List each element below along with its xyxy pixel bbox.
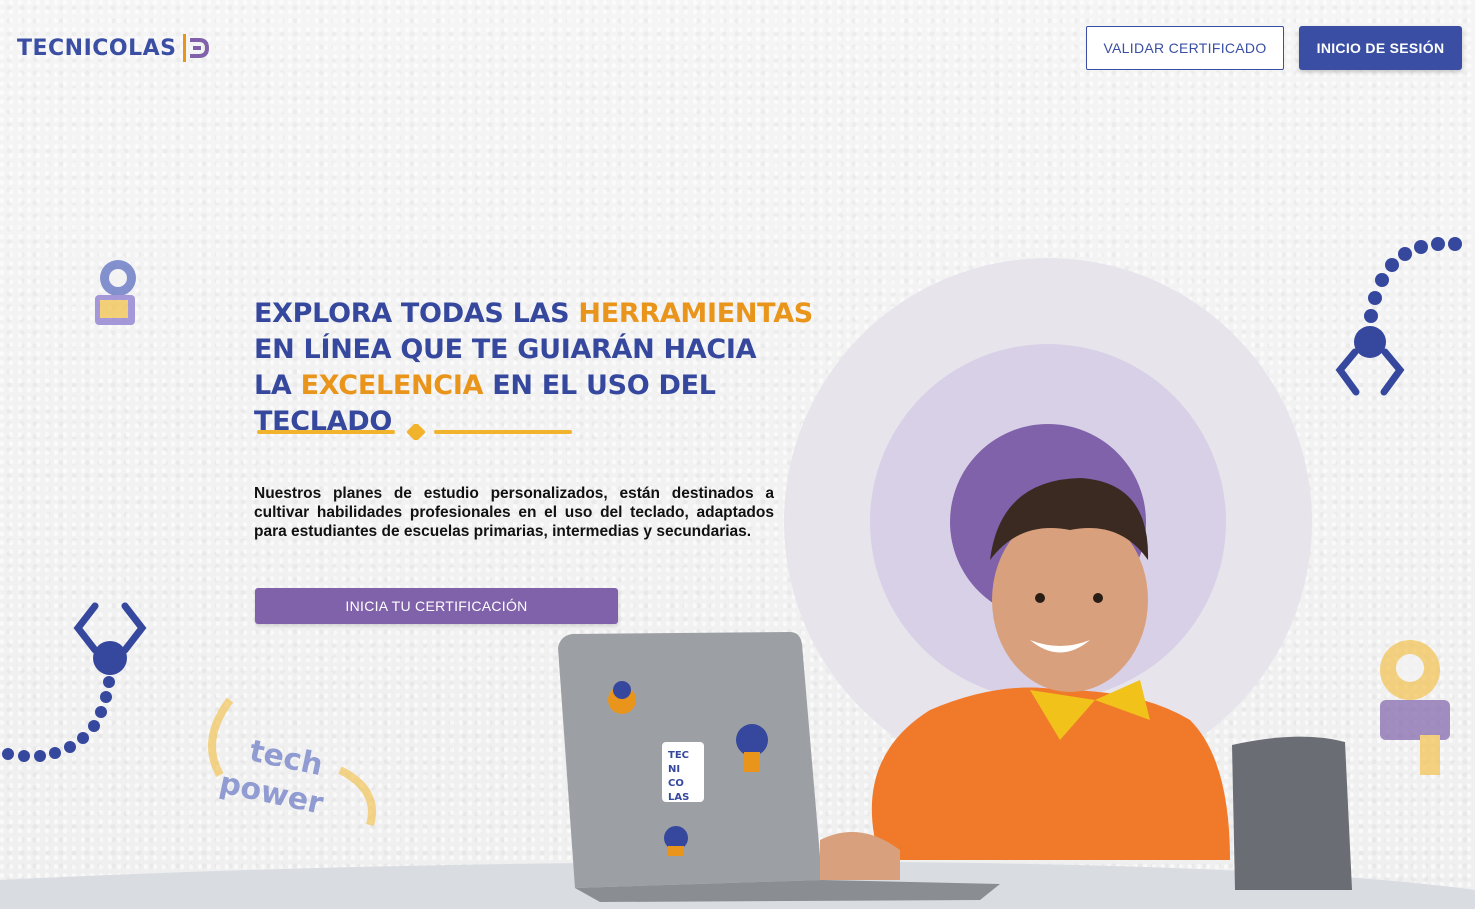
logo[interactable]: TECNICOLAS — [17, 30, 211, 66]
headline-line1-b: HERRAMIENTAS — [578, 298, 813, 329]
headline-line3-b: EXCELENCIA — [300, 370, 484, 401]
logo-mark-icon — [182, 34, 209, 62]
blurred-robot-right — [1380, 640, 1450, 775]
login-button[interactable]: INICIO DE SESIÓN — [1299, 26, 1462, 70]
hero-headline: EXPLORA TODAS LAS HERRAMIENTAS EN LÍNEA … — [254, 296, 814, 440]
robot-arm-left — [2, 602, 147, 762]
svg-text:NI: NI — [668, 764, 680, 775]
svg-text:LAS: LAS — [668, 792, 689, 803]
logo-text: TECNICOLAS — [17, 35, 177, 61]
validate-certificate-button[interactable]: VALIDAR CERTIFICADO — [1086, 26, 1284, 70]
headline-line3-a: LA — [254, 370, 301, 401]
headline-line2: EN LÍNEA QUE TE GUIARÁN HACIA — [254, 334, 757, 365]
svg-text:TEC: TEC — [668, 750, 689, 761]
tech-power-sticker: tech power — [208, 697, 376, 827]
svg-text:CO: CO — [668, 778, 684, 789]
headline-line1-a: EXPLORA TODAS LAS — [254, 298, 579, 329]
headline-divider — [257, 424, 572, 440]
blurred-robot-left — [95, 260, 136, 325]
hero-illustration: TEC NI CO LAS tech power — [0, 237, 1475, 909]
chair — [1232, 736, 1352, 890]
hero-description: Nuestros planes de estudio personalizado… — [254, 485, 774, 540]
site-header: TECNICOLAS VALIDAR CERTIFICADO INICIO DE… — [0, 0, 1475, 100]
start-certification-button[interactable]: INICIA TU CERTIFICACIÓN — [255, 588, 618, 624]
robot-arm-top-right — [1335, 237, 1462, 396]
